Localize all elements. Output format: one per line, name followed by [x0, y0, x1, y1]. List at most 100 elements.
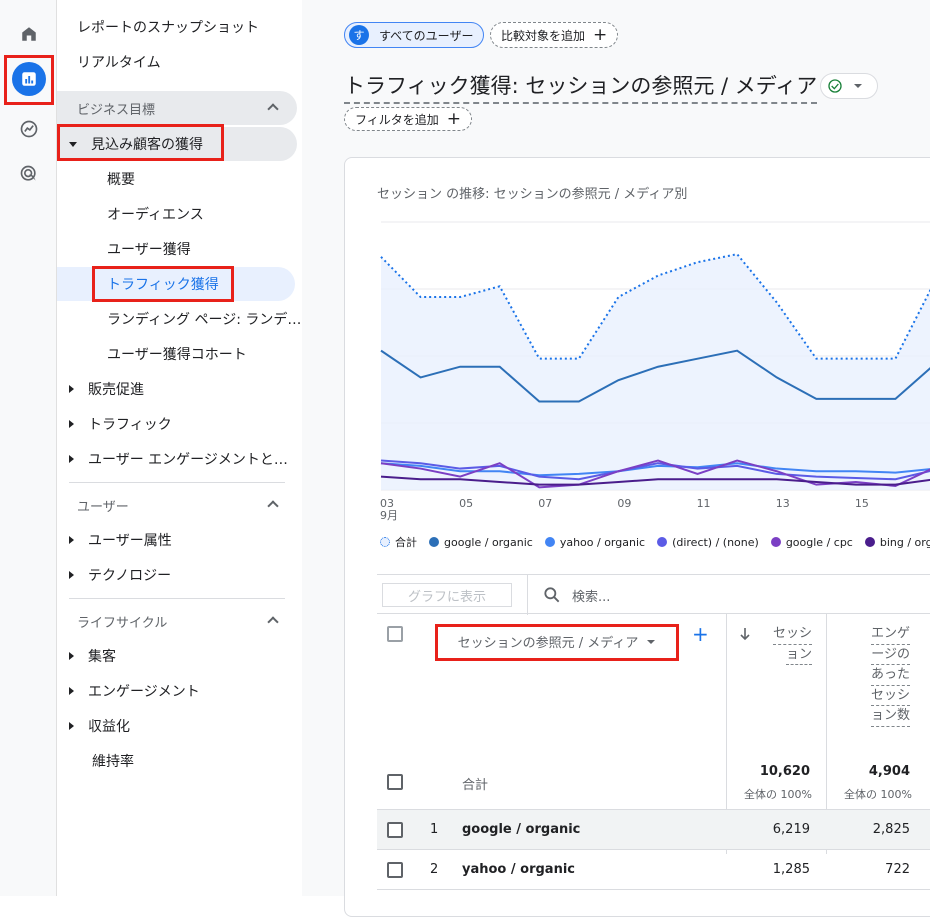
table-row[interactable]: 2 yahoo / organic 1,285 722: [377, 849, 930, 889]
total-sessions-percent: 全体の 100%: [744, 788, 812, 801]
select-all-checkbox[interactable]: [387, 626, 403, 642]
x-tick-label: 11: [697, 497, 711, 510]
legend-item[interactable]: yahoo / organic: [544, 534, 645, 550]
chevron-up-icon: [267, 103, 279, 115]
section-lifecycle-label: ライフサイクル: [77, 615, 168, 631]
report-nav: レポートのスナップショット リアルタイム ビジネス目標 見込み顧客の獲得 概要 …: [57, 0, 302, 896]
nav-demographics[interactable]: ユーザー属性: [69, 523, 172, 557]
legend-item[interactable]: google / cpc: [770, 534, 853, 550]
page-title: トラフィック獲得: セッションの参照元 / メディア: [344, 70, 818, 104]
caret-right-icon: [69, 571, 74, 579]
add-filter-button[interactable]: フィルタを追加 +: [344, 107, 473, 131]
nav-item-label: 集客: [88, 649, 116, 665]
nav-group-label: トラフィック: [88, 417, 172, 433]
icon-rail: [0, 0, 57, 896]
highlight-box: [57, 124, 224, 161]
nav-engagement[interactable]: エンゲージメント: [69, 674, 200, 708]
row-rank: 2: [430, 862, 439, 877]
nav-landing-page[interactable]: ランディング ページ: ランデ…: [107, 302, 301, 336]
nav-retention[interactable]: 維持率: [92, 744, 134, 778]
section-user[interactable]: ユーザー: [57, 488, 297, 522]
chart-legend: 合計 google / organic yahoo / organic (direct…: [380, 534, 930, 550]
section-business[interactable]: ビジネス目標: [57, 91, 297, 125]
x-tick-label: 05: [459, 497, 473, 510]
nav-group-engagement[interactable]: ユーザー エンゲージメントと…: [69, 442, 288, 476]
nav-item-label: エンゲージメント: [88, 684, 200, 700]
total-engaged-percent: 全体の 100%: [844, 788, 912, 801]
legend-dot: [380, 537, 390, 547]
all-users-chip[interactable]: す すべてのユーザー: [344, 22, 485, 48]
section-lifecycle[interactable]: ライフサイクル: [57, 604, 297, 638]
total-checkbox[interactable]: [387, 774, 403, 790]
show-in-chart-button[interactable]: グラフに表示: [382, 583, 512, 607]
caret-right-icon: [69, 652, 74, 660]
caret-right-icon: [69, 385, 74, 393]
legend-item[interactable]: (direct) / (none): [657, 534, 759, 550]
nav-group-monetization[interactable]: 販売促進: [69, 372, 144, 406]
nav-user-cohort[interactable]: ユーザー獲得コホート: [107, 337, 247, 371]
search-input[interactable]: 検索...: [572, 586, 610, 605]
section-business-label: ビジネス目標: [77, 102, 156, 118]
sessions-header[interactable]: セッシ ョン: [762, 624, 812, 665]
add-comparison-button[interactable]: 比較対象を追加 +: [490, 22, 619, 48]
caret-right-icon: [69, 455, 74, 463]
add-comparison-label: 比較対象を追加: [501, 28, 586, 43]
avatar: す: [349, 25, 369, 45]
divider: [527, 575, 528, 615]
highlight-box: [4, 55, 54, 105]
row-engaged: 722: [885, 862, 910, 877]
legend-item[interactable]: google / organic: [429, 534, 533, 550]
caret-right-icon: [69, 687, 74, 695]
header-line: セッシ: [772, 624, 812, 645]
row-checkbox[interactable]: [387, 862, 403, 878]
legend-label: (direct) / (none): [672, 535, 759, 549]
divider: [69, 482, 285, 483]
nav-monetization[interactable]: 収益化: [69, 709, 130, 743]
x-month-label: 9月: [380, 509, 398, 522]
nav-acquisition[interactable]: 集客: [69, 639, 116, 673]
nav-realtime[interactable]: リアルタイム: [77, 45, 161, 79]
home-icon[interactable]: [12, 17, 46, 51]
caret-right-icon: [69, 420, 74, 428]
nav-snapshot[interactable]: レポートのスナップショット: [77, 10, 259, 44]
nav-item-label: テクノロジー: [88, 568, 172, 584]
advertising-icon[interactable]: [12, 157, 46, 191]
nav-overview[interactable]: 概要: [107, 162, 135, 196]
section-user-label: ユーザー: [77, 499, 129, 515]
row-divider: [377, 889, 930, 890]
x-tick-label: 15: [855, 497, 869, 510]
table-row[interactable]: 1 google / organic 6,219 2,825: [377, 809, 930, 849]
legend-item[interactable]: bing / organic: [864, 534, 930, 550]
legend-item[interactable]: 合計: [380, 534, 417, 550]
status-dropdown[interactable]: [820, 73, 878, 99]
nav-item-label: ユーザー属性: [88, 533, 172, 549]
nav-group-traffic[interactable]: トラフィック: [69, 407, 172, 441]
add-dimension-button[interactable]: +: [692, 624, 709, 644]
total-engaged: 4,904: [868, 764, 910, 779]
row-source[interactable]: google / organic: [462, 822, 580, 837]
report-card: セッション の推移: セッションの参照元 / メディア別 03 05 07 09 11 1…: [344, 157, 930, 917]
plus-icon: +: [446, 109, 462, 129]
row-source[interactable]: yahoo / organic: [462, 862, 575, 877]
row-rank: 1: [430, 822, 439, 837]
x-tick-label: 13: [776, 497, 790, 510]
search-icon[interactable]: [542, 585, 562, 605]
total-sessions: 10,620: [759, 764, 810, 779]
dropdown-arrow-icon: [854, 84, 862, 88]
explore-icon[interactable]: [12, 112, 46, 146]
line-chart: 03050709111315179月: [380, 221, 930, 522]
nav-user-acquisition[interactable]: ユーザー獲得: [107, 232, 191, 266]
legend-label: google / cpc: [785, 535, 853, 549]
divider: [69, 598, 285, 599]
row-checkbox[interactable]: [387, 822, 403, 838]
legend-dot: [657, 537, 668, 547]
nav-technology[interactable]: テクノロジー: [69, 558, 171, 592]
sort-desc-icon[interactable]: [739, 627, 751, 641]
legend-dot: [770, 537, 781, 547]
nav-group-label: ユーザー エンゲージメントと…: [88, 452, 288, 468]
main-content: す すべてのユーザー 比較対象を追加 + トラフィック獲得: セッションの参照元…: [302, 0, 930, 917]
nav-audience[interactable]: オーディエンス: [107, 197, 204, 231]
add-filter-label: フィルタを追加: [355, 112, 439, 127]
engaged-sessions-header[interactable]: エンゲ ージの あった セッシ ョン数: [855, 624, 910, 727]
row-engaged: 2,825: [872, 822, 910, 837]
